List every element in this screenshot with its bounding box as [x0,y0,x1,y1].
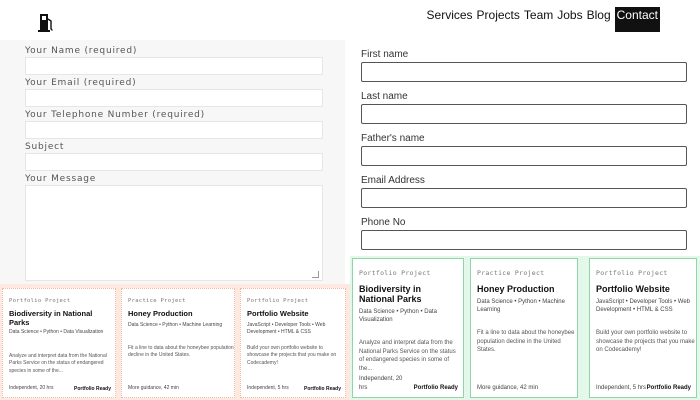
phone-label: Your Telephone Number (required) [25,110,205,120]
email-input[interactable] [25,89,323,107]
project-card[interactable]: Portfolio Project Biodiversity in Nation… [2,288,116,398]
card-tags: Data Science • Python • Data Visualizati… [9,329,104,335]
contact-form-left: Your Name (required) Your Email (require… [0,40,345,284]
card-tags: Data Science • Python • Machine Learning [477,299,565,313]
last-name-label: Last name [361,91,408,102]
card-type: Portfolio Project [9,298,71,304]
last-name-input[interactable] [361,104,687,124]
phone-no-label: Phone No [361,217,406,228]
card-type: Portfolio Project [596,269,668,277]
nav-projects[interactable]: Projects [477,8,520,32]
card-title: Portfolio Website [596,284,670,294]
nav-blog[interactable]: Blog [587,8,611,32]
main-nav: Services Projects Team Jobs Blog Contact [427,7,660,32]
card-title: Biodiversity in National Parks [9,309,93,327]
card-tags: JavaScript • Developer Tools • Web Devel… [247,322,326,335]
top-bar: Services Projects Team Jobs Blog Contact [0,0,700,40]
fuel-pump-icon[interactable] [38,11,54,33]
email-address-input[interactable] [361,188,687,208]
card-description: Build your own portfolio website to show… [247,345,337,366]
card-title: Honey Production [477,284,555,294]
phone-no-input[interactable] [361,230,687,250]
nav-jobs[interactable]: Jobs [557,8,582,32]
nav-contact[interactable]: Contact [614,7,660,32]
name-label: Your Name (required) [25,46,138,56]
card-meta: Independent, 5 hrs [247,385,289,391]
name-input[interactable] [25,57,323,75]
subject-label: Subject [25,142,65,152]
email-address-label: Email Address [361,175,425,186]
card-tags: JavaScript • Developer Tools • Web Devel… [596,299,691,313]
first-name-label: First name [361,49,409,60]
father-name-input[interactable] [361,146,687,166]
card-meta: Independent, 20 hrs [359,376,403,391]
portfolio-ready-badge: Portfolio Ready [304,386,341,392]
card-description: Fit a line to data about the honeybee po… [128,345,234,359]
project-card[interactable]: Practice Project Honey Production Data S… [470,258,578,398]
father-name-label: Father's name [361,133,425,144]
project-card[interactable]: Portfolio Project Portfolio Website Java… [589,258,697,398]
nav-services[interactable]: Services [427,8,473,32]
card-type: Practice Project [128,298,186,304]
card-description: Build your own portfolio website to show… [596,330,695,354]
project-cards-small: Portfolio Project Biodiversity in Nation… [0,284,350,400]
card-description: Fit a line to data about the honeybee po… [477,330,575,354]
message-textarea[interactable] [25,185,323,281]
card-meta: More guidance, 42 min [477,384,539,391]
project-card[interactable]: Practice Project Honey Production Data S… [121,288,235,398]
project-cards-large: Portfolio Project Biodiversity in Nation… [350,256,700,400]
portfolio-ready-badge: Portfolio Ready [74,386,111,392]
project-card[interactable]: Portfolio Project Portfolio Website Java… [240,288,346,398]
email-label: Your Email (required) [25,78,137,88]
message-label: Your Message [25,174,97,184]
card-title: Honey Production [128,309,193,318]
subject-input[interactable] [25,153,323,171]
card-meta: Independent, 20 hrs [9,385,54,391]
card-title: Biodiversity in National Parks [359,284,422,305]
card-type: Portfolio Project [247,298,309,304]
card-type: Portfolio Project [359,269,431,277]
card-tags: Data Science • Python • Machine Learning [128,322,223,328]
card-meta: Independent, 5 hrs [596,384,647,391]
card-tags: Data Science • Python • Data Visualizati… [359,309,437,323]
project-card[interactable]: Portfolio Project Biodiversity in Nation… [352,258,464,398]
first-name-input[interactable] [361,62,687,82]
portfolio-ready-badge: Portfolio Ready [413,385,458,391]
card-description: Analyze and interpret data from the Nati… [359,340,456,373]
card-title: Portfolio Website [247,309,309,318]
card-type: Practice Project [477,269,545,277]
card-meta: More guidance, 42 min [128,385,179,391]
nav-team[interactable]: Team [524,8,553,32]
card-description: Analyze and interpret data from the Nati… [9,353,107,374]
portfolio-ready-badge: Portfolio Ready [646,385,691,391]
phone-input[interactable] [25,121,323,139]
resize-handle-icon[interactable] [312,271,319,278]
